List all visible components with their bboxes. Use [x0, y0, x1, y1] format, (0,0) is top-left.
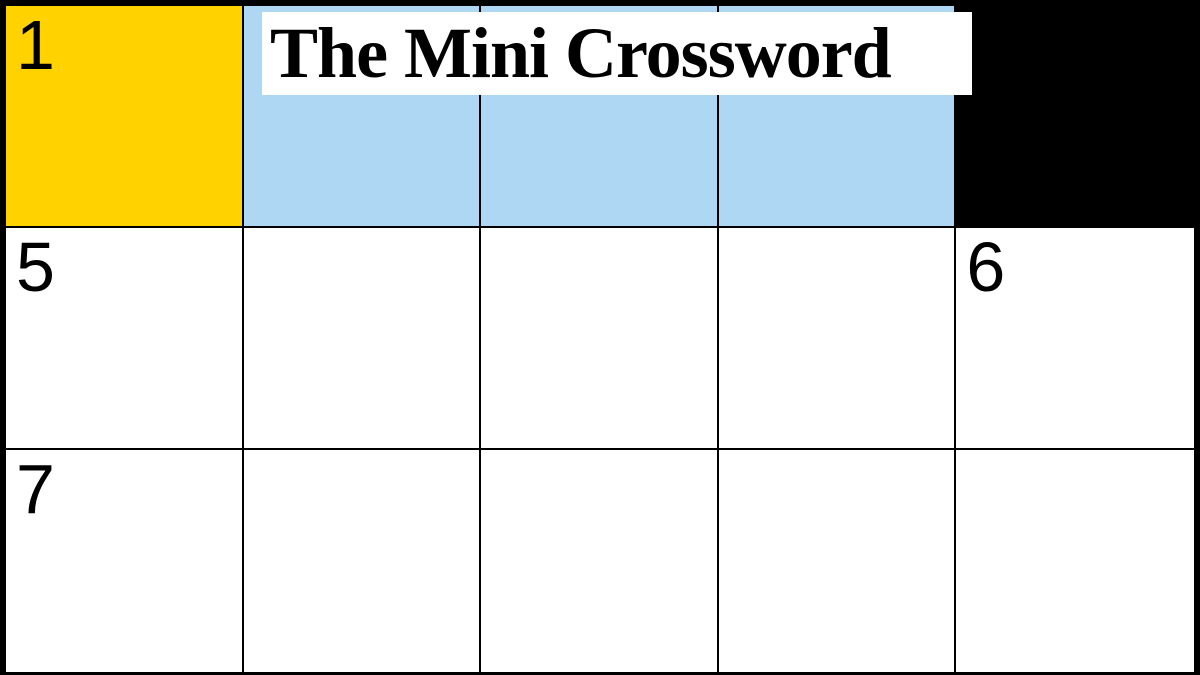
crossword-cell[interactable]	[956, 450, 1194, 672]
cell-number: 6	[966, 232, 1005, 302]
crossword-cell[interactable]	[244, 450, 482, 672]
crossword-cell[interactable]	[244, 228, 482, 450]
crossword-cell[interactable]: 1	[6, 6, 244, 228]
crossword-cell[interactable]	[719, 228, 957, 450]
cell-number: 5	[16, 232, 55, 302]
crossword-cell[interactable]: 6	[956, 228, 1194, 450]
crossword-grid: 1567	[6, 6, 1194, 669]
crossword-cell[interactable]: 5	[6, 228, 244, 450]
crossword-cell[interactable]: 7	[6, 450, 244, 672]
crossword-cell[interactable]	[719, 450, 957, 672]
crossword-board: 1567 The Mini Crossword	[0, 0, 1200, 675]
puzzle-title: The Mini Crossword	[262, 12, 972, 95]
cell-number: 7	[16, 454, 55, 524]
crossword-cell[interactable]	[481, 228, 719, 450]
crossword-cell	[956, 6, 1194, 228]
cell-number: 1	[16, 10, 55, 80]
crossword-cell[interactable]	[481, 450, 719, 672]
